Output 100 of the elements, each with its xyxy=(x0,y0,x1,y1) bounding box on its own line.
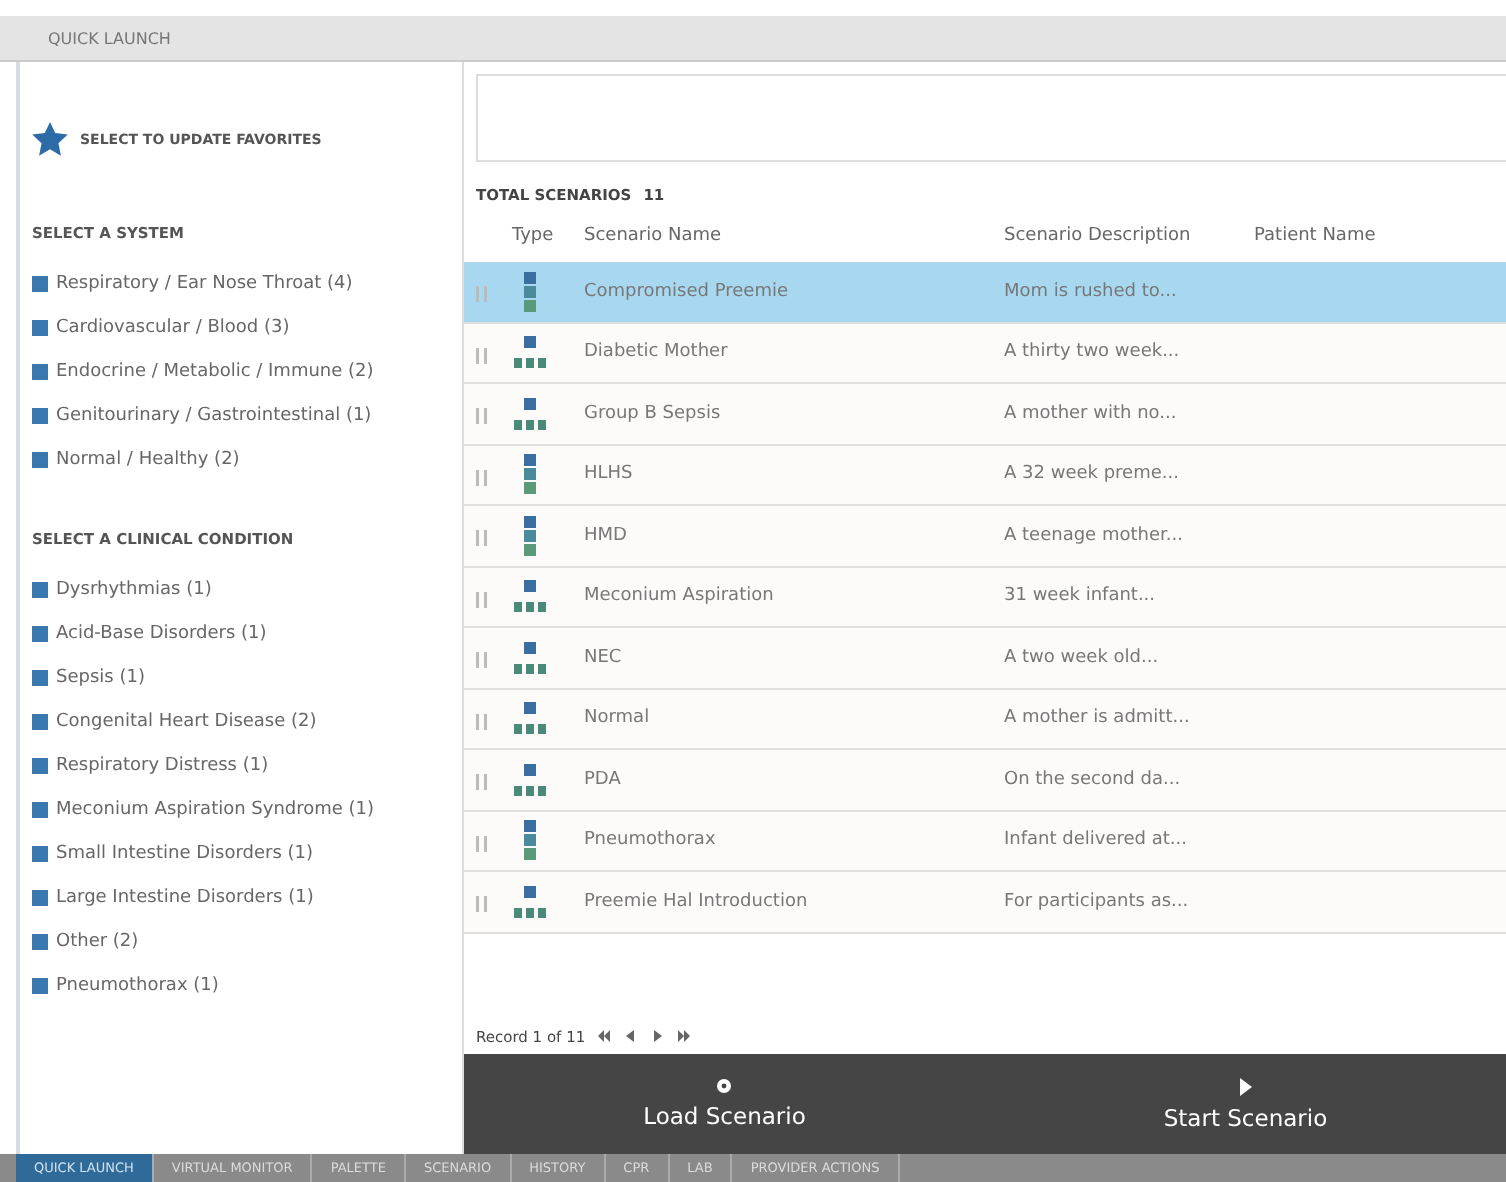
scenario-row[interactable]: HLHS A 32 week preme... xyxy=(464,445,1506,506)
scenario-row[interactable]: Meconium Aspiration 31 week infant... xyxy=(464,567,1506,628)
category-square-icon xyxy=(32,364,48,380)
scenario-row[interactable]: PDA On the second da... xyxy=(464,750,1506,811)
disc-icon xyxy=(716,1078,733,1094)
category-square-icon xyxy=(32,276,48,292)
table-cell-text: On the second da... xyxy=(1004,769,1183,790)
table-cell-text: Preemie Hal Introduction xyxy=(584,891,810,912)
table-cell-text: Pneumothorax xyxy=(584,830,718,851)
scenario-row[interactable]: Pneumothorax Infant delivered at... xyxy=(464,811,1506,872)
previous-page-icon[interactable] xyxy=(623,1030,638,1042)
table-cell-text: A thirty two week... xyxy=(1004,342,1182,363)
filter-item[interactable]: Other (2) xyxy=(56,932,139,952)
group-figure-icon xyxy=(514,702,546,735)
action-button[interactable]: Start Scenario xyxy=(985,1054,1506,1154)
filter-item[interactable]: Sepsis (1) xyxy=(56,668,145,688)
table-cell-text: HLHS xyxy=(584,464,635,485)
scenario-row[interactable]: Preemie Hal Introduction For participants as... xyxy=(464,872,1506,933)
filter-item[interactable]: Acid-Base Disorders (1) xyxy=(56,624,267,644)
table-cell-text: Meconium Aspiration xyxy=(584,586,776,607)
filter-item[interactable]: Pneumothorax (1) xyxy=(56,976,219,996)
drag-handle-icon xyxy=(476,591,488,608)
table-cell-text: 31 week infant... xyxy=(1004,586,1158,607)
table-cell-text: Diabetic Mother xyxy=(584,342,730,363)
table-cell-text: NEC xyxy=(584,647,624,668)
category-square-icon xyxy=(32,582,48,598)
table-cell-text: HMD xyxy=(584,525,629,546)
column-header[interactable]: Patient Name xyxy=(1254,226,1506,246)
scenario-row[interactable]: Group B Sepsis A mother with no... xyxy=(464,384,1506,445)
group-figure-icon xyxy=(514,641,546,674)
table-cell-text: A two week old... xyxy=(1004,647,1161,668)
drag-handle-icon xyxy=(476,896,488,913)
group-figure-icon xyxy=(514,336,546,369)
drag-handle-icon xyxy=(476,347,488,364)
table-cell-text: Mom is rushed to... xyxy=(1004,281,1179,302)
category-square-icon xyxy=(32,802,48,818)
play-icon xyxy=(1239,1077,1252,1095)
filter-item[interactable]: Dysrhythmias (1) xyxy=(56,580,212,600)
scenario-row[interactable]: Compromised Preemie Mom is rushed to... xyxy=(464,262,1506,323)
star-icon xyxy=(32,122,68,156)
scenario-row[interactable]: Normal A mother is admitt... xyxy=(464,689,1506,750)
filter-item[interactable]: Small Intestine Disorders (1) xyxy=(56,844,314,864)
category-square-icon xyxy=(32,758,48,774)
table-cell-text: Infant delivered at... xyxy=(1004,830,1189,851)
search-field[interactable] xyxy=(476,74,1506,162)
category-square-icon xyxy=(32,978,48,994)
filter-item[interactable]: Genitourinary / Gastrointestinal (1) xyxy=(56,406,372,426)
category-square-icon xyxy=(32,408,48,424)
table-cell-text: A mother with no... xyxy=(1004,403,1179,424)
drag-handle-icon xyxy=(476,652,488,669)
first-page-icon[interactable] xyxy=(597,1030,612,1042)
filter-item[interactable]: Respiratory Distress (1) xyxy=(56,756,269,776)
category-square-icon xyxy=(32,846,48,862)
drag-handle-icon xyxy=(476,774,488,791)
column-header[interactable]: Type xyxy=(464,226,584,246)
table-cell-text: A teenage mother... xyxy=(1004,525,1185,546)
action-button[interactable]: Load Scenario xyxy=(464,1054,985,1154)
standing-figure-icon xyxy=(524,515,536,556)
filter-item[interactable]: Congenital Heart Disease (2) xyxy=(56,712,317,732)
group-figure-icon xyxy=(514,397,546,430)
last-page-icon[interactable] xyxy=(675,1030,690,1042)
column-header[interactable]: Scenario Name xyxy=(584,226,1004,246)
group-figure-icon xyxy=(514,580,546,613)
table-cell-text: Group B Sepsis xyxy=(584,403,723,424)
category-square-icon xyxy=(32,626,48,642)
category-square-icon xyxy=(32,452,48,468)
drag-handle-icon xyxy=(476,408,488,425)
drag-handle-icon xyxy=(476,835,488,852)
category-square-icon xyxy=(32,670,48,686)
filter-item[interactable]: Large Intestine Disorders (1) xyxy=(56,888,314,908)
table-cell-text: For participants as... xyxy=(1004,891,1191,912)
filter-item[interactable]: Meconium Aspiration Syndrome (1) xyxy=(56,800,375,820)
scenario-row[interactable]: HMD A teenage mother... xyxy=(464,506,1506,567)
filter-item[interactable]: Respiratory / Ear Nose Throat (4) xyxy=(56,274,353,294)
category-square-icon xyxy=(32,934,48,950)
standing-figure-icon xyxy=(524,820,536,861)
table-cell-text: Normal xyxy=(584,708,652,729)
drag-handle-icon xyxy=(476,286,488,303)
category-square-icon xyxy=(32,320,48,336)
group-figure-icon xyxy=(514,885,546,918)
group-figure-icon xyxy=(514,763,546,796)
drag-handle-icon xyxy=(476,530,488,547)
drag-handle-icon xyxy=(476,469,488,486)
table-cell-text: PDA xyxy=(584,769,623,790)
category-square-icon xyxy=(32,714,48,730)
filter-item[interactable]: Cardiovascular / Blood (3) xyxy=(56,318,290,338)
table-cell-text: A 32 week preme... xyxy=(1004,464,1181,485)
drag-handle-icon xyxy=(476,713,488,730)
category-square-icon xyxy=(32,890,48,906)
filter-item[interactable]: Endocrine / Metabolic / Immune (2) xyxy=(56,362,374,382)
next-page-icon[interactable] xyxy=(649,1030,664,1042)
scenario-row[interactable]: NEC A two week old... xyxy=(464,628,1506,689)
column-header[interactable]: Scenario Description xyxy=(1004,226,1254,246)
filter-item[interactable]: Normal / Healthy (2) xyxy=(56,450,240,470)
table-cell-text: A mother is admitt... xyxy=(1004,708,1192,729)
window-title: QUICK LAUNCH xyxy=(48,29,171,47)
standing-figure-icon xyxy=(524,271,536,312)
scenario-row[interactable]: Diabetic Mother A thirty two week... xyxy=(464,323,1506,384)
standing-figure-icon xyxy=(524,454,536,495)
table-cell-text: Compromised Preemie xyxy=(584,281,790,302)
